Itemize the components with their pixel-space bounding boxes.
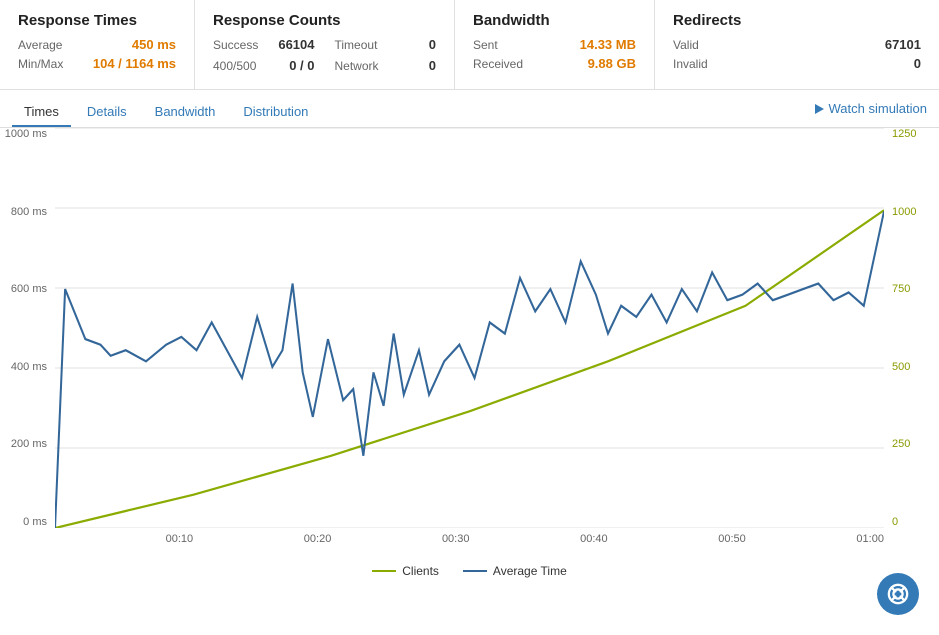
- legend: Clients Average Time: [0, 558, 939, 582]
- timeout-label: Timeout: [335, 38, 378, 52]
- legend-clients: Clients: [372, 564, 439, 578]
- y-axis-right: 0 250 500 750 1000 1250: [884, 128, 939, 528]
- minmax-value: 104 / 1164 ms: [93, 56, 176, 71]
- x-label-50: 00:50: [718, 533, 746, 545]
- average-label: Average: [18, 38, 62, 52]
- y-left-1000: 1000 ms: [5, 128, 47, 140]
- y-left-200: 200 ms: [11, 438, 47, 450]
- legend-avg-time: Average Time: [463, 564, 567, 578]
- y-left-400: 400 ms: [11, 361, 47, 373]
- help-icon: [887, 583, 909, 605]
- success-label: Success: [213, 38, 258, 52]
- success-value: 66104: [278, 37, 314, 52]
- redirects-title: Redirects: [673, 12, 921, 29]
- y-right-1000: 1000: [892, 206, 916, 218]
- network-value: 0: [429, 58, 436, 73]
- bandwidth-title: Bandwidth: [473, 12, 636, 29]
- invalid-value: 0: [914, 56, 921, 71]
- tab-distribution[interactable]: Distribution: [231, 98, 320, 127]
- y-axis-left: 0 ms 200 ms 400 ms 600 ms 800 ms 1000 ms: [0, 128, 55, 528]
- x-label-30: 00:30: [442, 533, 470, 545]
- tabs-bar: Times Details Bandwidth Distribution Wat…: [0, 90, 939, 128]
- valid-value: 67101: [885, 37, 921, 52]
- watch-simulation-label: Watch simulation: [829, 101, 928, 116]
- chart-svg: [55, 128, 884, 528]
- sent-label: Sent: [473, 38, 498, 52]
- y-right-1250: 1250: [892, 128, 916, 140]
- y-right-500: 500: [892, 361, 910, 373]
- y-right-250: 250: [892, 438, 910, 450]
- invalid-label: Invalid: [673, 57, 708, 71]
- help-button[interactable]: [877, 573, 919, 615]
- x-axis: 00:10 00:20 00:30 00:40 00:50 01:00: [55, 528, 884, 558]
- bandwidth-card: Bandwidth Sent 14.33 MB Received 9.88 GB: [455, 0, 655, 89]
- watch-simulation-button[interactable]: Watch simulation: [815, 101, 928, 124]
- x-label-40: 00:40: [580, 533, 608, 545]
- average-value: 450 ms: [132, 37, 176, 52]
- avg-time-label: Average Time: [493, 564, 567, 578]
- valid-label: Valid: [673, 38, 699, 52]
- y-right-750: 750: [892, 283, 910, 295]
- timeout-value: 0: [429, 37, 436, 52]
- y-left-0: 0 ms: [23, 516, 47, 528]
- clients-label: Clients: [402, 564, 439, 578]
- response-counts-title: Response Counts: [213, 12, 436, 29]
- chart-inner: [55, 128, 884, 528]
- fivehundred-label: 400/500: [213, 59, 256, 73]
- y-left-800: 800 ms: [11, 206, 47, 218]
- sent-value: 14.33 MB: [580, 37, 636, 52]
- y-right-0: 0: [892, 516, 898, 528]
- x-label-10: 00:10: [166, 533, 194, 545]
- avg-time-line: [55, 211, 884, 528]
- network-label: Network: [335, 59, 379, 73]
- top-cards: Response Times Average 450 ms Min/Max 10…: [0, 0, 939, 90]
- tab-bandwidth[interactable]: Bandwidth: [143, 98, 228, 127]
- tab-details[interactable]: Details: [75, 98, 139, 127]
- x-label-20: 00:20: [304, 533, 332, 545]
- response-counts-card: Response Counts Success 66104 Timeout 0 …: [195, 0, 455, 89]
- received-value: 9.88 GB: [588, 56, 636, 71]
- response-times-title: Response Times: [18, 12, 176, 29]
- y-left-600: 600 ms: [11, 283, 47, 295]
- response-times-card: Response Times Average 450 ms Min/Max 10…: [0, 0, 195, 89]
- received-label: Received: [473, 57, 523, 71]
- fivehundred-value: 0 / 0: [289, 58, 314, 73]
- tab-times[interactable]: Times: [12, 98, 71, 127]
- clients-line-legend: [372, 570, 396, 572]
- x-label-60: 01:00: [856, 533, 884, 545]
- play-icon: [815, 104, 824, 114]
- chart-area: 0 ms 200 ms 400 ms 600 ms 800 ms 1000 ms…: [0, 128, 939, 558]
- redirects-card: Redirects Valid 67101 Invalid 0: [655, 0, 939, 89]
- avg-time-line-legend: [463, 570, 487, 572]
- minmax-label: Min/Max: [18, 57, 63, 71]
